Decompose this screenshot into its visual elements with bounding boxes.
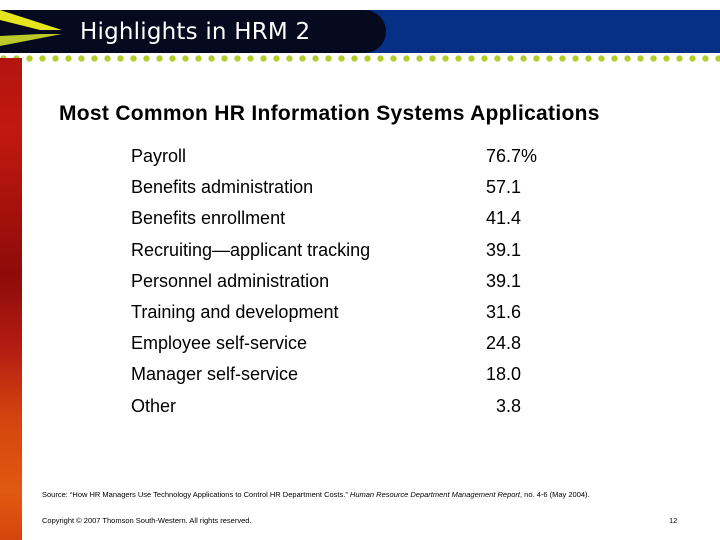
dotted-divider	[0, 55, 720, 62]
item-value: 57.1	[486, 177, 522, 198]
item-label: Manager self-service	[131, 364, 299, 385]
source-publication: Human Resource Department Management Rep…	[349, 490, 521, 499]
item-label: Benefits enrollment	[131, 208, 286, 229]
list-item: Benefits enrollment 41.4	[131, 205, 551, 236]
item-label: Benefits administration	[131, 177, 314, 198]
list-item: Personnel administration 39.1	[131, 268, 551, 299]
logo-lower-stripe	[0, 34, 62, 46]
item-label: Recruiting—applicant tracking	[131, 239, 371, 260]
list-item: Manager self-service 18.0	[131, 361, 551, 392]
page-number: 12	[669, 516, 678, 525]
copyright-notice: Copyright © 2007 Thomson South-Western. …	[42, 516, 252, 525]
item-value: 18.0	[486, 364, 522, 385]
list-item: Other 3.8	[131, 393, 551, 424]
item-label: Employee self-service	[131, 333, 308, 354]
item-label: Personnel administration	[131, 270, 330, 291]
item-value: 39.1	[486, 239, 522, 260]
item-value: 41.4	[486, 208, 522, 229]
item-value: 24.8	[486, 333, 522, 354]
source-text: Source: “How HR Managers Use Technology …	[42, 490, 350, 499]
source-citation: Source: “How HR Managers Use Technology …	[42, 490, 590, 500]
list-item: Training and development 31.6	[131, 299, 551, 330]
item-label: Payroll	[131, 146, 187, 166]
list-item: Recruiting—applicant tracking 39.1	[131, 237, 551, 268]
slide-title: Most Common HR Information Systems Appli…	[59, 102, 600, 125]
item-label: Other	[131, 395, 177, 416]
decorative-side-strip	[0, 58, 22, 540]
list-item: Benefits administration 57.1	[131, 174, 551, 205]
chevron-logo-icon	[0, 10, 62, 46]
applications-list: Payroll 76.7% Benefits administration 57…	[131, 143, 551, 424]
list-item: Employee self-service 24.8	[131, 330, 551, 361]
list-item: Payroll 76.7%	[131, 143, 551, 174]
item-value: 31.6	[486, 301, 522, 322]
logo-upper-stripe	[0, 10, 62, 30]
header-title: Highlights in HRM 2	[80, 19, 311, 45]
item-value: 3.8	[486, 395, 522, 416]
item-value: 76.7%	[486, 146, 538, 166]
item-value: 39.1	[486, 270, 522, 291]
item-label: Training and development	[131, 301, 339, 322]
source-suffix: , no. 4-6 (May 2004).	[520, 490, 590, 499]
